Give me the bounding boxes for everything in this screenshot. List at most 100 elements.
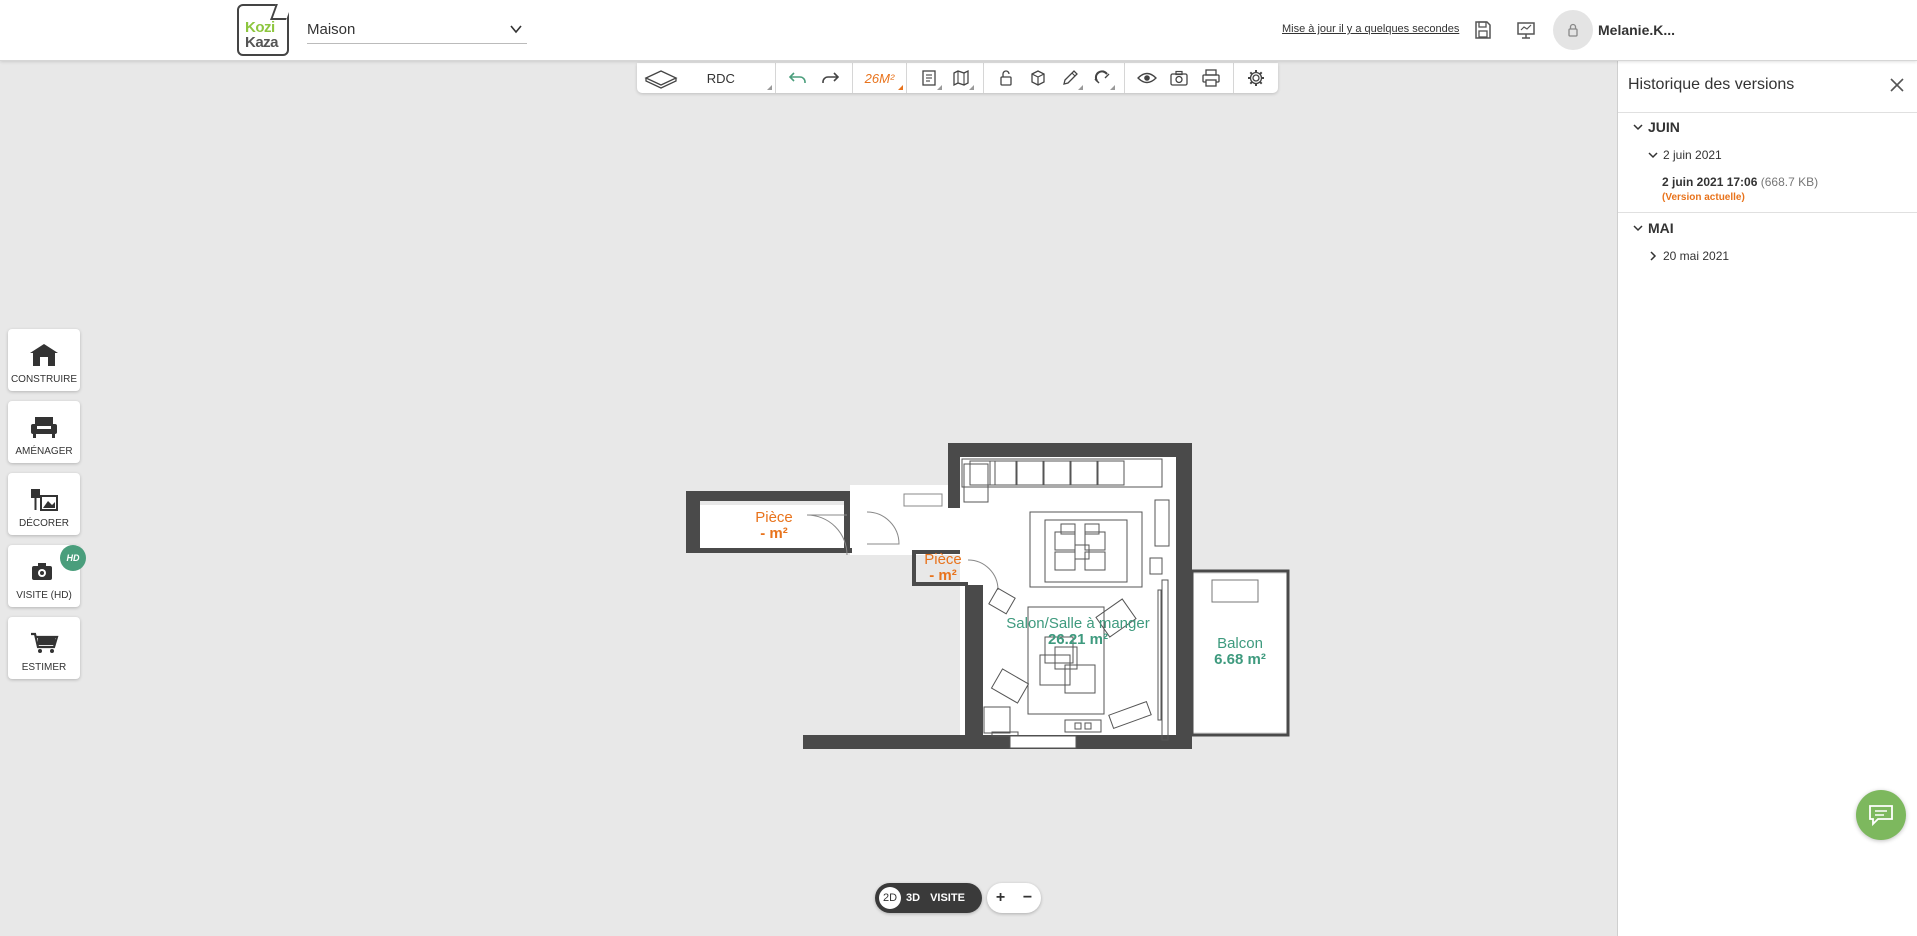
room-name: Pièce (924, 551, 962, 568)
close-icon[interactable] (1889, 77, 1905, 98)
amenager-button[interactable]: AMÉNAGER (8, 401, 80, 463)
printer-icon (1202, 69, 1220, 87)
version-entry[interactable]: 2 juin 2021 17:06 (668.7 KB) (Version ac… (1662, 175, 1818, 203)
current-version-label: (Version actuelle) (1662, 192, 1745, 203)
sofa-icon (31, 417, 57, 438)
camera-icon (1170, 70, 1188, 86)
last-saved-link[interactable]: Mise à jour il y a quelques secondes (1282, 23, 1459, 35)
room-label[interactable]: Balcon 6.68 m² (1202, 636, 1278, 668)
logo-text-kaza: Kaza (245, 34, 279, 51)
document-icon (922, 70, 936, 86)
magnet-icon (1094, 70, 1110, 84)
chevron-down-icon (1648, 152, 1658, 159)
redo-button[interactable] (814, 63, 846, 93)
room-area: - m² (760, 525, 788, 542)
zoom-control: + − (987, 883, 1041, 913)
undo-button[interactable] (782, 63, 814, 93)
chevron-right-icon (1650, 251, 1657, 261)
plan-toolbar: RDC 26M² (637, 63, 1278, 93)
cart-icon (31, 632, 59, 653)
level-label: RDC (706, 70, 735, 86)
decorer-button[interactable]: DÉCORER (8, 473, 80, 535)
floor-plan-drawing (686, 443, 1290, 749)
chevron-down-icon (1633, 225, 1643, 232)
room-name: Balcon (1217, 635, 1263, 652)
gear-icon (1248, 70, 1264, 86)
pencil-icon (1063, 70, 1078, 85)
level-selector[interactable]: RDC (637, 63, 776, 93)
map-button[interactable] (945, 63, 977, 93)
zoom-in-button[interactable]: + (996, 889, 1005, 907)
floor-level-icon (644, 70, 678, 89)
presentation-icon[interactable] (1514, 18, 1538, 42)
magnet-button[interactable] (1086, 63, 1118, 93)
chat-button[interactable] (1856, 790, 1906, 840)
visibility-button[interactable] (1131, 63, 1163, 93)
view-visite-option[interactable]: VISITE (925, 892, 970, 904)
print-button[interactable] (1195, 63, 1227, 93)
view-2d-option[interactable]: 2D (879, 887, 901, 909)
room-name: Pièce (755, 509, 793, 526)
chevron-down-icon (509, 22, 523, 39)
tool-label: VISITE (HD) (16, 590, 72, 601)
chat-icon (1869, 805, 1893, 827)
view-3d-option[interactable]: 3D (901, 892, 925, 904)
plan-document-button[interactable] (913, 63, 945, 93)
logo-text-kozi: Kozi (245, 19, 275, 36)
surface-label: 26M² (864, 70, 895, 86)
eye-icon (1137, 72, 1157, 84)
chevron-down-icon (1633, 124, 1643, 131)
surface-button[interactable]: 26M² (853, 63, 907, 93)
user-avatar[interactable] (1553, 10, 1593, 50)
settings-button[interactable] (1240, 63, 1272, 93)
month-group-mai[interactable]: MAI (1632, 220, 1674, 236)
map-icon (953, 69, 969, 87)
project-select[interactable]: Maison (307, 16, 527, 44)
history-group (776, 63, 853, 93)
draw-button[interactable] (1054, 63, 1086, 93)
3d-object-button[interactable] (1022, 63, 1054, 93)
zoom-out-button[interactable]: − (1023, 889, 1032, 907)
camera-button[interactable] (1163, 63, 1195, 93)
visite-hd-button[interactable]: VISITE (HD) HD (8, 545, 86, 607)
month-label: JUIN (1648, 119, 1680, 135)
room-label[interactable]: Pièce - m² (740, 510, 808, 542)
lock-button[interactable] (990, 63, 1022, 93)
month-group-juin[interactable]: JUIN (1632, 119, 1680, 135)
tool-label: ESTIMER (21, 662, 67, 673)
panel-title: Historique des versions (1628, 76, 1795, 93)
project-name: Maison (307, 21, 356, 38)
room-label[interactable]: Salon/Salle à manger 26.21 m² (996, 616, 1160, 648)
settings-group (1234, 63, 1278, 93)
view-group (1125, 63, 1234, 93)
unlock-icon (1000, 70, 1012, 86)
construire-button[interactable]: CONSTRUIRE (8, 329, 80, 391)
room-area: 26.21 m² (1047, 631, 1109, 648)
lock-icon (1568, 23, 1578, 37)
document-group (907, 63, 984, 93)
room-name: Salon/Salle à manger (1006, 615, 1150, 632)
version-size: (668.7 KB) (1760, 175, 1819, 189)
floor-plan[interactable]: Pièce - m² Pièce - m² Salon/Salle à mang… (680, 440, 1300, 755)
hd-badge: HD (60, 545, 86, 571)
save-icon[interactable] (1471, 18, 1495, 42)
undo-icon (788, 72, 806, 83)
day-group[interactable]: 2 juin 2021 (1647, 148, 1722, 162)
version-datetime: 2 juin 2021 17:06 (1662, 175, 1758, 189)
kozikaza-logo[interactable]: Kozi Kaza (237, 4, 292, 56)
tool-label: CONSTRUIRE (10, 374, 78, 385)
day-label: 20 mai 2021 (1663, 249, 1730, 263)
view-mode-toggle: 2D 3D VISITE (875, 883, 982, 913)
redo-icon (822, 72, 840, 83)
room-label[interactable]: Pièce - m² (915, 552, 971, 584)
house-icon (30, 344, 58, 366)
day-label: 2 juin 2021 (1663, 148, 1722, 162)
decor-icon (31, 489, 58, 511)
camera-360-icon (32, 563, 52, 580)
user-name[interactable]: Melanie.K... (1598, 22, 1675, 38)
edit-group (984, 63, 1125, 93)
day-group[interactable]: 20 mai 2021 (1647, 249, 1729, 263)
cube-icon (1031, 70, 1045, 86)
app-header: Kozi Kaza Maison Mise à jour il y a quel… (0, 0, 1917, 61)
estimer-button[interactable]: ESTIMER (8, 617, 80, 679)
